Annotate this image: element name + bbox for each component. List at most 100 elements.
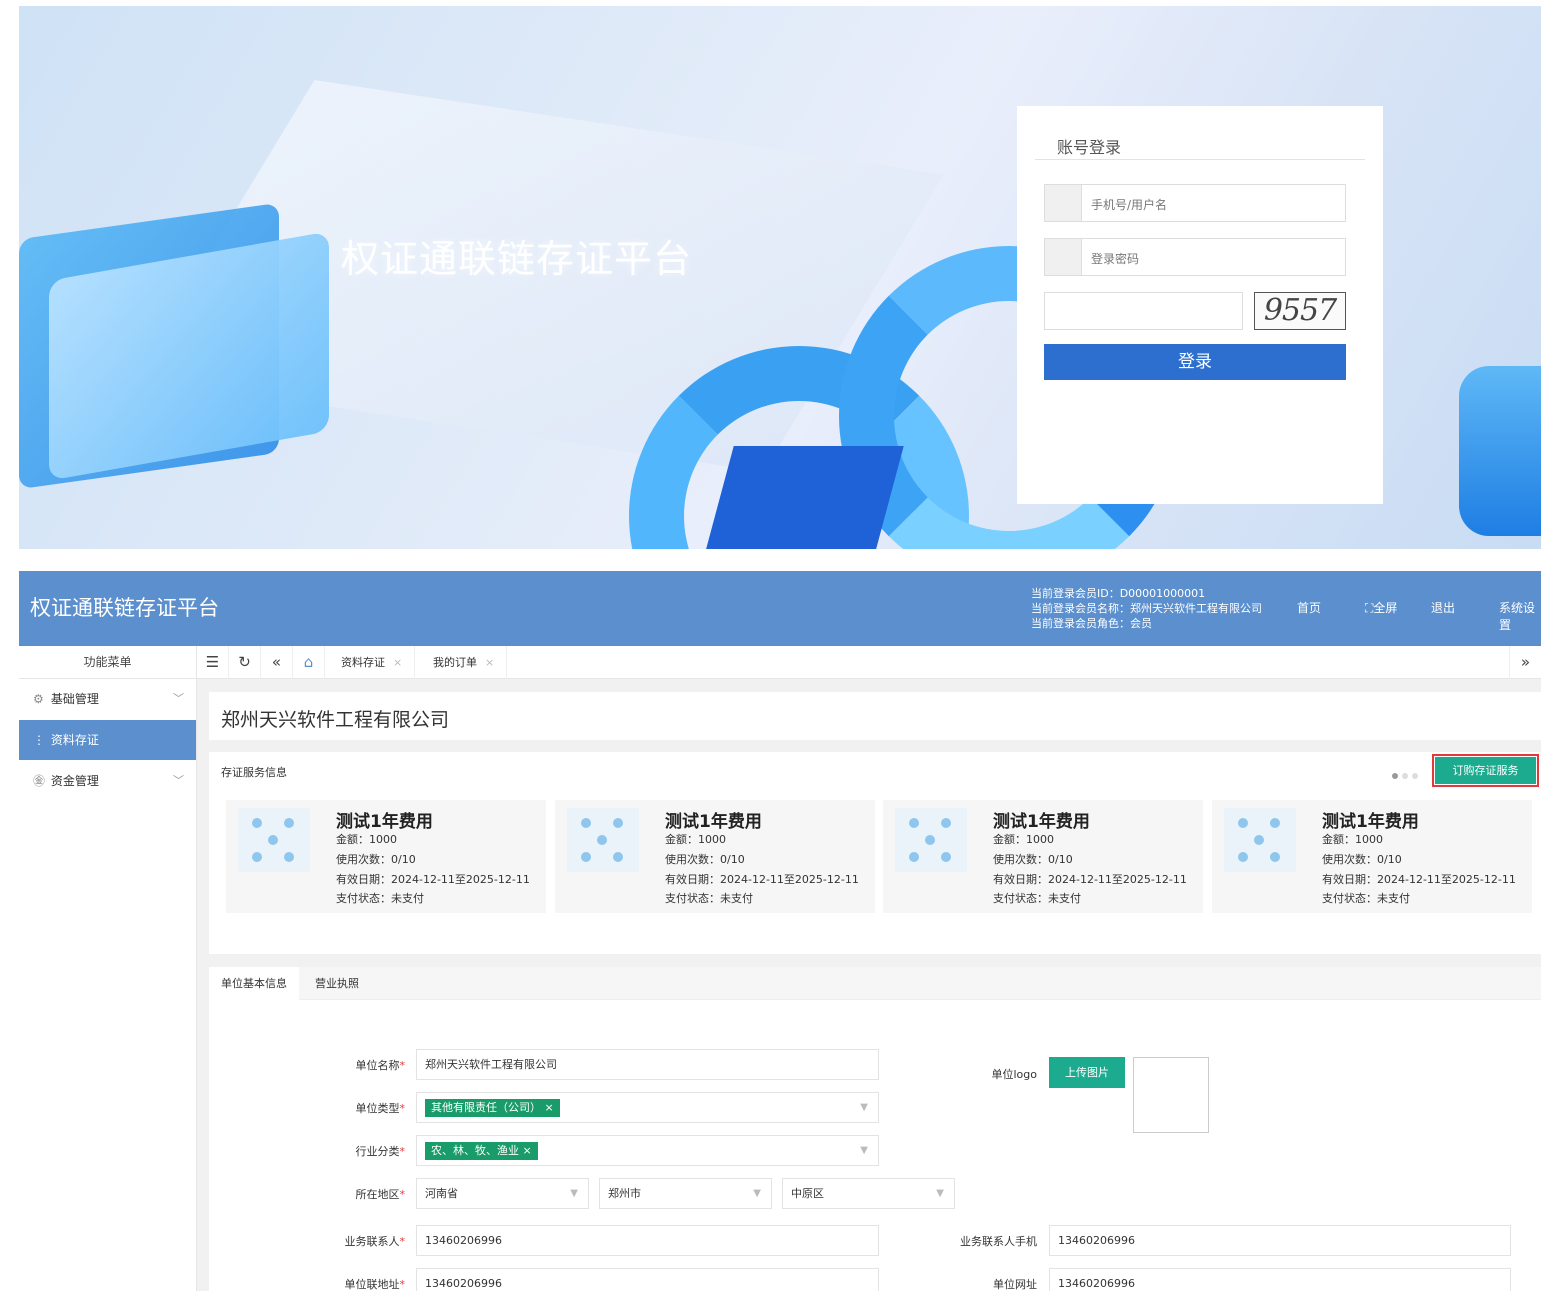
service-valid-date: 有效日期：2024-12-11至2025-12-11 bbox=[993, 873, 1187, 886]
admin-screenshot: 权证通联链存证平台 当前登录会员ID：D00001000001 当前登录会员名称… bbox=[19, 571, 1541, 1291]
chevron-down-icon: ﹀ bbox=[173, 692, 184, 705]
service-amount: 金额：1000 bbox=[336, 833, 397, 846]
username-input[interactable]: 手机号/用户名 bbox=[1044, 184, 1346, 222]
chevron-down-icon: ﹀ bbox=[173, 774, 184, 787]
service-thumbnail bbox=[895, 808, 967, 872]
tab-my-orders[interactable]: 我的订单 × bbox=[421, 646, 508, 679]
service-uses: 使用次数：0/10 bbox=[993, 853, 1073, 866]
service-thumbnail bbox=[567, 808, 639, 872]
industry-chip: 农、林、牧、渔业 × bbox=[425, 1142, 538, 1160]
service-pay-status: 支付状态：未支付 bbox=[993, 892, 1081, 905]
service-amount: 金额：1000 bbox=[1322, 833, 1383, 846]
nav-home[interactable]: 首页 bbox=[1297, 599, 1321, 616]
address-label: 单位联地址* bbox=[344, 1278, 406, 1291]
password-placeholder: 登录密码 bbox=[1091, 252, 1140, 266]
yen-icon: ㊎ bbox=[33, 774, 46, 788]
service-title: 测试1年费用 bbox=[1322, 812, 1419, 832]
industry-label: 行业分类* bbox=[355, 1145, 406, 1158]
industry-select[interactable]: 农、林、牧、渔业 × ▼ bbox=[416, 1135, 879, 1166]
service-title: 测试1年费用 bbox=[993, 812, 1090, 832]
company-name: 郑州天兴软件工程有限公司 bbox=[221, 709, 450, 731]
user-icon bbox=[1045, 185, 1082, 221]
close-icon[interactable]: × bbox=[393, 656, 402, 669]
username-placeholder: 手机号/用户名 bbox=[1091, 198, 1168, 212]
contact-label: 业务联系人* bbox=[344, 1235, 406, 1248]
tabs-bar: 功能菜单 ☰ ↻ « ⌂ 资料存证 × 我的订单 × » bbox=[19, 646, 1541, 679]
main-content: 郑州天兴软件工程有限公司 存证服务信息 订购存证服务 测试1年费用 金额：100… bbox=[209, 692, 1541, 1291]
unit-type-label: 单位类型* bbox=[355, 1102, 406, 1115]
order-service-button[interactable]: 订购存证服务 bbox=[1432, 754, 1539, 787]
chevron-down-icon: ▼ bbox=[860, 1145, 868, 1156]
address-input[interactable]: 13460206996 bbox=[416, 1268, 879, 1291]
password-input[interactable]: 登录密码 bbox=[1044, 238, 1346, 276]
sidebar-item-deposit[interactable]: ⋮ 资料存证 bbox=[19, 720, 196, 760]
captcha-input[interactable] bbox=[1044, 292, 1243, 330]
sidebar: ⚙ 基础管理 ﹀ ⋮ 资料存证 ㊎ 资金管理 ﹀ bbox=[19, 679, 197, 1291]
background-decoration bbox=[1459, 366, 1541, 536]
order-service-label: 订购存证服务 bbox=[1435, 757, 1536, 784]
home-icon[interactable]: ⌂ bbox=[293, 646, 325, 679]
info-tabs: 单位基本信息 营业执照 bbox=[209, 967, 1541, 1000]
service-thumbnail bbox=[238, 808, 310, 872]
user-role: 当前登录会员角色：会员 bbox=[1031, 617, 1152, 630]
province-select[interactable]: 河南省 ▼ bbox=[416, 1178, 589, 1209]
refresh-icon[interactable]: ↻ bbox=[229, 646, 261, 679]
service-pay-status: 支付状态：未支付 bbox=[336, 892, 424, 905]
unit-type-chip: 其他有限责任（公司） × bbox=[425, 1099, 560, 1117]
tab-business-license[interactable]: 营业执照 bbox=[303, 967, 371, 1000]
carousel-dot[interactable] bbox=[1392, 773, 1398, 779]
sidebar-item-basic[interactable]: ⚙ 基础管理 ﹀ bbox=[19, 679, 196, 719]
chevron-down-icon: ▼ bbox=[936, 1188, 944, 1199]
website-input[interactable]: 13460206996 bbox=[1049, 1268, 1511, 1291]
unit-type-select[interactable]: 其他有限责任（公司） × ▼ bbox=[416, 1092, 879, 1123]
nav-settings[interactable]: 系统设置 bbox=[1499, 599, 1541, 633]
nav-logout[interactable]: 退出 bbox=[1431, 599, 1455, 616]
captcha-image[interactable]: 9557 bbox=[1254, 292, 1346, 330]
carousel-dots[interactable] bbox=[1392, 768, 1422, 782]
remove-icon[interactable]: × bbox=[523, 1144, 532, 1157]
user-id: 当前登录会员ID：D00001000001 bbox=[1031, 587, 1206, 600]
service-title: 测试1年费用 bbox=[665, 812, 762, 832]
remove-icon[interactable]: × bbox=[545, 1101, 554, 1114]
district-select[interactable]: 中原区 ▼ bbox=[782, 1178, 955, 1209]
service-uses: 使用次数：0/10 bbox=[336, 853, 416, 866]
service-card[interactable]: 测试1年费用 金额：1000 使用次数：0/10 有效日期：2024-12-11… bbox=[1212, 800, 1532, 913]
app-title: 权证通联链存证平台 bbox=[30, 596, 219, 620]
contact-phone-label: 业务联系人手机 bbox=[960, 1235, 1037, 1248]
menu-toggle-icon[interactable]: ☰ bbox=[197, 646, 229, 679]
platform-title: 权证通联链存证平台 bbox=[341, 237, 693, 281]
carousel-dot[interactable] bbox=[1412, 773, 1418, 779]
close-icon[interactable]: × bbox=[485, 656, 494, 669]
carousel-dot[interactable] bbox=[1402, 773, 1408, 779]
service-title: 测试1年费用 bbox=[336, 812, 433, 832]
sidebar-item-funds[interactable]: ㊎ 资金管理 ﹀ bbox=[19, 761, 196, 801]
menu-heading: 功能菜单 bbox=[19, 646, 197, 679]
contact-phone-input[interactable]: 13460206996 bbox=[1049, 1225, 1511, 1256]
unit-name-input[interactable]: 郑州天兴软件工程有限公司 bbox=[416, 1049, 879, 1080]
tab-data-deposit[interactable]: 资料存证 × bbox=[329, 646, 416, 679]
website-label: 单位网址 bbox=[993, 1278, 1037, 1291]
login-form: 账号登录 手机号/用户名 登录密码 9557 登录 bbox=[1017, 106, 1383, 504]
upload-image-button[interactable]: 上传图片 bbox=[1049, 1057, 1125, 1088]
service-panel: 存证服务信息 订购存证服务 测试1年费用 金额：1000 使用次数：0/10 有… bbox=[209, 752, 1541, 954]
nav-fullscreen[interactable]: ⛶全屏 bbox=[1365, 599, 1397, 616]
service-card[interactable]: 测试1年费用 金额：1000 使用次数：0/10 有效日期：2024-12-11… bbox=[226, 800, 546, 913]
service-pay-status: 支付状态：未支付 bbox=[665, 892, 753, 905]
contact-input[interactable]: 13460206996 bbox=[416, 1225, 879, 1256]
service-card[interactable]: 测试1年费用 金额：1000 使用次数：0/10 有效日期：2024-12-11… bbox=[883, 800, 1203, 913]
logo-preview bbox=[1133, 1057, 1209, 1133]
scroll-right-icon[interactable]: » bbox=[1509, 646, 1541, 679]
unit-info-panel: 单位基本信息 营业执照 单位名称* 郑州天兴软件工程有限公司 单位logo 上传… bbox=[209, 967, 1541, 1291]
header: 权证通联链存证平台 当前登录会员ID：D00001000001 当前登录会员名称… bbox=[19, 571, 1541, 646]
user-name: 当前登录会员名称：郑州天兴软件工程有限公司 bbox=[1031, 602, 1262, 615]
service-valid-date: 有效日期：2024-12-11至2025-12-11 bbox=[1322, 873, 1516, 886]
scroll-left-icon[interactable]: « bbox=[261, 646, 293, 679]
login-screenshot: 权证通联链存证平台 账号登录 手机号/用户名 登录密码 9557 登录 bbox=[19, 6, 1541, 549]
city-select[interactable]: 郑州市 ▼ bbox=[599, 1178, 772, 1209]
dots-icon: ⋮ bbox=[33, 733, 45, 747]
service-card[interactable]: 测试1年费用 金额：1000 使用次数：0/10 有效日期：2024-12-11… bbox=[555, 800, 875, 913]
login-button[interactable]: 登录 bbox=[1044, 344, 1346, 380]
chevron-down-icon: ▼ bbox=[753, 1188, 761, 1199]
tab-basic-info[interactable]: 单位基本信息 bbox=[209, 967, 299, 1000]
background-block bbox=[704, 446, 904, 549]
